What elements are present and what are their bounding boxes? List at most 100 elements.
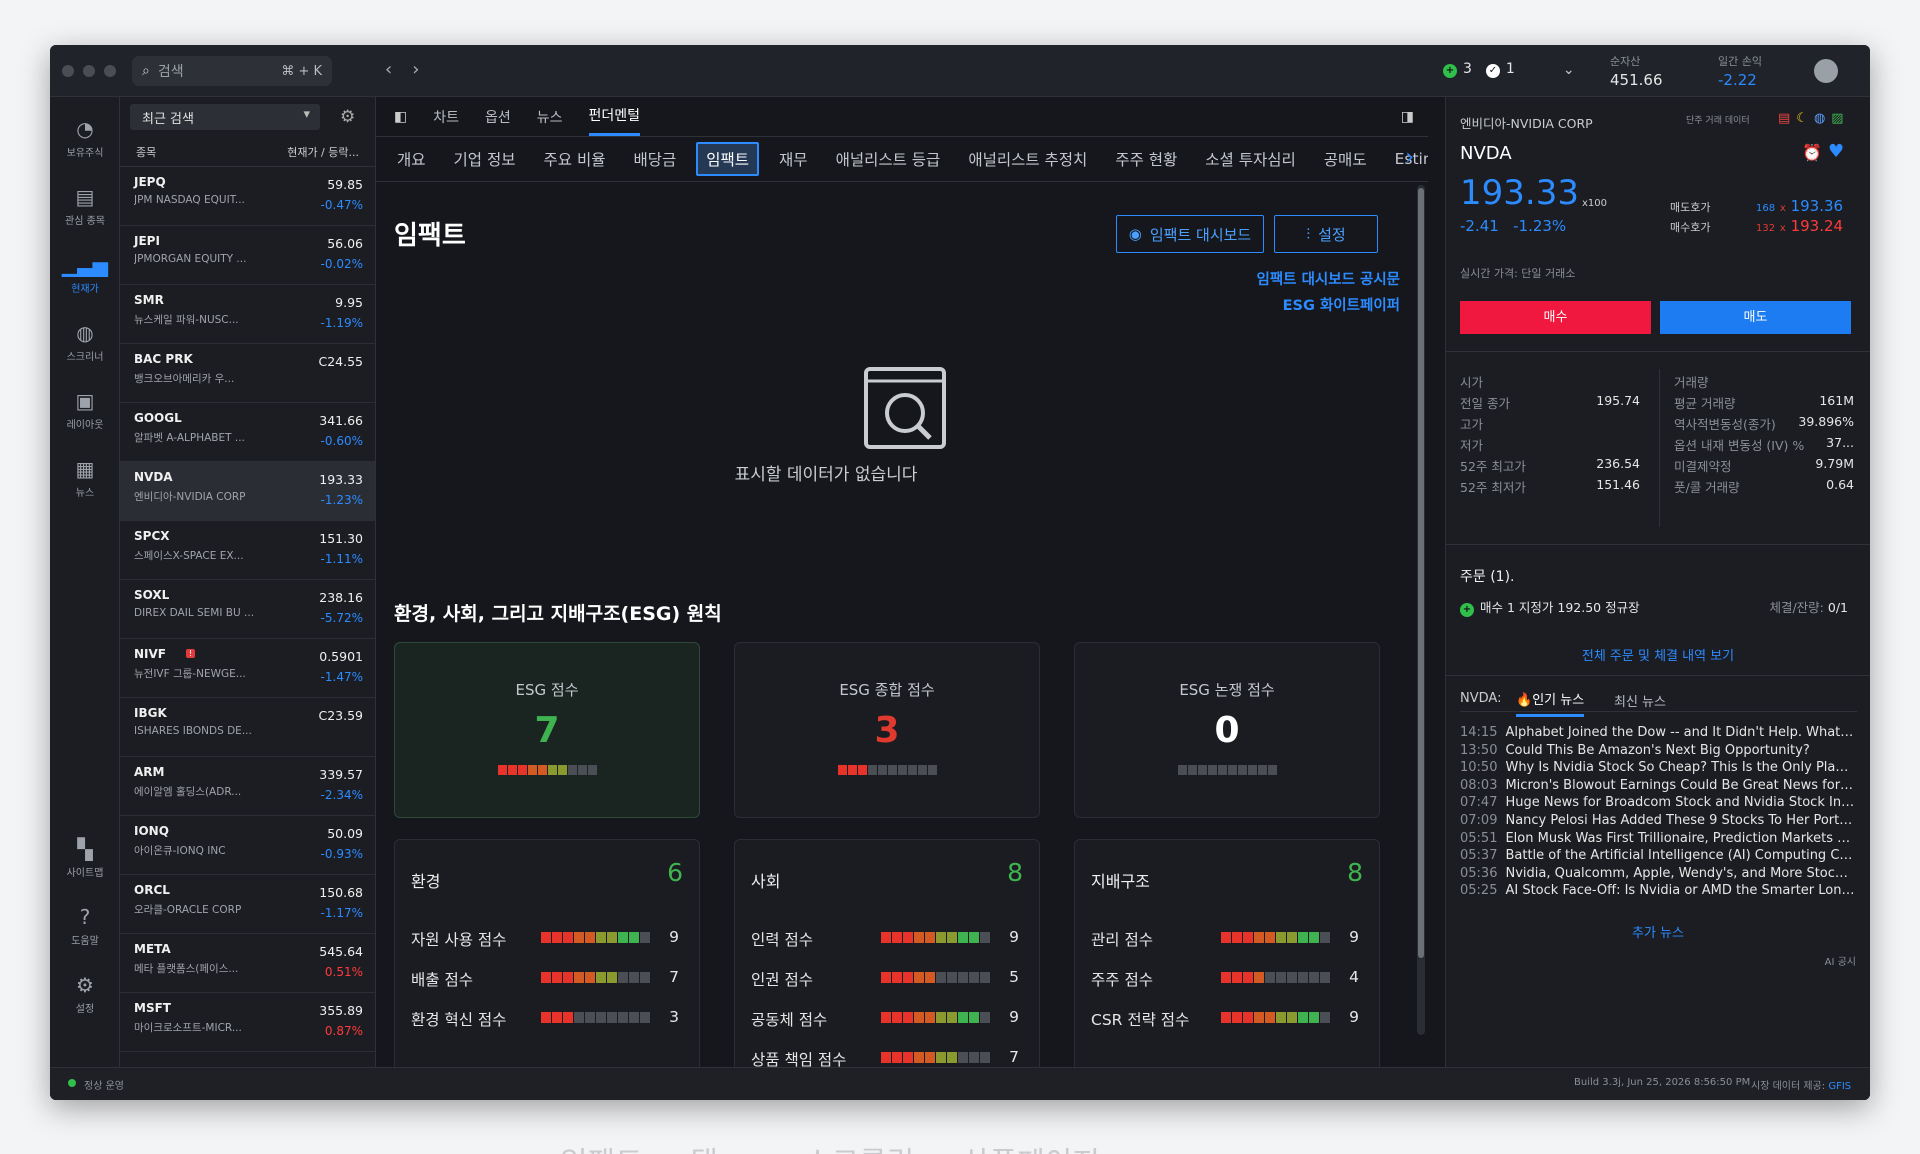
tab-key-ratios[interactable]: 주요 비율 <box>536 144 614 174</box>
news-item[interactable]: 13:50 Could This Be Amazon's Next Big Opp… <box>1460 743 1855 758</box>
watchlist-row[interactable]: ORCL 오라클-ORACLE CORP 150.68 -1.17% <box>120 875 375 934</box>
watchlist-row[interactable]: GOOGL 알파벳 A-ALPHABET ... 341.66 -0.60% <box>120 403 375 462</box>
score-segment <box>1232 932 1242 943</box>
news-item[interactable]: 07:09 Nancy Pelosi Has Added These 9 Stoc… <box>1460 813 1855 828</box>
sell-button[interactable]: 매도 <box>1660 301 1851 334</box>
news-item[interactable]: 08:03 Micron's Blowout Earnings Could Be … <box>1460 778 1855 793</box>
warning-badge-icon: ! <box>186 649 196 658</box>
watchlist-row[interactable]: SOXL DIREX DAIL SEMI BU ... 238.16 -5.72% <box>120 580 375 639</box>
gear-icon[interactable]: ⚙ <box>340 107 355 127</box>
shortcut-hint: ⌘ + K <box>281 63 322 79</box>
tab-financials[interactable]: 재무 <box>771 144 816 174</box>
window-controls[interactable] <box>62 65 116 77</box>
score-segment <box>1237 765 1247 775</box>
disclosure-link[interactable]: 임팩트 대시보드 공시문 <box>1257 268 1401 289</box>
tab-ownership[interactable]: 주주 현황 <box>1107 144 1185 174</box>
tab-options[interactable]: 옵션 <box>485 99 511 135</box>
news-item[interactable]: 05:36 Nvidia, Qualcomm, Apple, Wendy's, a… <box>1460 866 1855 881</box>
stat-row: 52주 최저가 151.46 <box>1460 477 1640 495</box>
impact-dashboard-button[interactable]: ◉ 임팩트 대시보드 <box>1116 215 1264 253</box>
score-segment <box>857 765 867 775</box>
status-check[interactable]: ✓ 1 <box>1485 61 1515 78</box>
expand-panel-icon[interactable]: ◨ <box>1401 101 1414 133</box>
order-row[interactable]: + 매수 1 지정가 192.50 정규장 체결/잔량: 0/1 <box>1460 597 1860 617</box>
news-item[interactable]: 10:50 Why Is Nvidia Stock So Cheap? This … <box>1460 760 1855 775</box>
nav-quote[interactable]: ▁▃▅ 현재가 <box>50 253 120 295</box>
nav-news[interactable]: ▦ 뉴스 <box>50 457 120 499</box>
score-segment <box>1276 932 1286 943</box>
scrollbar[interactable] <box>1417 185 1425 1035</box>
watchlist-row[interactable]: SMR 뉴스케일 파워-NUSC... 9.95 -1.19% <box>120 285 375 344</box>
watchlist-row[interactable]: MSFT 마이크로소프트-MICR... 355.89 0.87% <box>120 993 375 1052</box>
nav-layout[interactable]: ▣ 레이아웃 <box>50 389 120 431</box>
watchlist-row[interactable]: SPCX 스페이스X-SPACE EX... 151.30 -1.11% <box>120 521 375 580</box>
watchlist-row[interactable]: META 메타 플랫폼스(페이스... 545.64 0.51% <box>120 934 375 993</box>
news-item[interactable]: 05:51 Elon Musk Was First Trillionaire, P… <box>1460 831 1855 846</box>
watchlist-row[interactable]: IONQ 아이온큐-IONQ INC 50.09 -0.93% <box>120 816 375 875</box>
row-change: -5.72% <box>320 611 363 625</box>
social-card: 사회 8 인력 점수 9 인권 점수 5 공동체 점수 9 상품 책임 점수 7 <box>734 839 1040 1089</box>
tab-overview[interactable]: 개요 <box>389 144 434 174</box>
score-segment <box>914 1012 924 1023</box>
nav-settings[interactable]: ⚙ 설정 <box>50 973 120 1015</box>
score-segment <box>881 972 891 983</box>
watchlist-row[interactable]: NVDA 엔비디아-NVIDIA CORP 193.33 -1.23% <box>120 462 375 521</box>
settings-button[interactable]: ⫶ 설정 <box>1274 215 1378 253</box>
search-input[interactable]: ⌕ 검색 ⌘ + K <box>132 56 332 86</box>
score-segment <box>887 765 897 775</box>
watchlist-row[interactable]: NIVF! 뉴전IVF 그룹-NEWGE... 0.5901 -1.47% <box>120 639 375 698</box>
row-name: 메타 플랫폼스(페이스... <box>134 963 239 975</box>
watchlist-row[interactable]: IBGK ISHARES IBONDS DE... C23.59 <box>120 698 375 757</box>
nav-screener[interactable]: ◍ 스크리너 <box>50 321 120 363</box>
tab-news[interactable]: 뉴스 <box>537 99 563 135</box>
score-line: 공동체 점수 9 <box>751 1008 1019 1029</box>
buy-button[interactable]: 매수 <box>1460 301 1651 334</box>
row-name: DIREX DAIL SEMI BU ... <box>134 607 255 619</box>
tab-company-info[interactable]: 기업 정보 <box>446 144 524 174</box>
nav-help[interactable]: ? 도움말 <box>50 905 120 947</box>
chevron-down-icon[interactable]: ⌄ <box>1563 62 1575 78</box>
tab-short-selling[interactable]: 공매도 <box>1316 144 1375 174</box>
forward-arrow-icon[interactable]: › <box>412 59 419 80</box>
watchlist-row[interactable]: JEPQ JPM NASDAQ EQUIT... 59.85 -0.47% <box>120 167 375 226</box>
build-info: Build 3.3j, Jun 25, 2026 8:56:50 PM <box>1574 1077 1751 1088</box>
heart-icon[interactable]: ♥ <box>1828 141 1844 162</box>
news-item[interactable]: 05:37 Battle of the Artificial Intelligen… <box>1460 848 1855 863</box>
avatar[interactable] <box>1814 59 1838 83</box>
tab-hot-news[interactable]: 🔥인기 뉴스 <box>1516 689 1585 717</box>
tab-analyst-ratings[interactable]: 애널리스트 등급 <box>828 144 949 174</box>
tab-social-sentiment[interactable]: 소셜 투자심리 <box>1197 144 1304 174</box>
watchlist-row[interactable]: JEPI JPMORGAN EQUITY ... 56.06 -0.02% <box>120 226 375 285</box>
whitepaper-link[interactable]: ESG 화이트페이퍼 <box>1283 294 1400 315</box>
tab-dividends[interactable]: 배당금 <box>625 144 684 174</box>
tabs-scroll-right-icon[interactable]: › <box>1405 145 1414 170</box>
more-news-link[interactable]: 추가 뉴스 <box>1446 922 1870 941</box>
tab-chart[interactable]: 차트 <box>433 99 459 135</box>
tab-fundamentals[interactable]: 펀더멘털 <box>588 97 641 136</box>
esg-score-card: ESG 점수 7 <box>394 642 700 818</box>
all-orders-link[interactable]: 전체 주문 및 체결 내역 보기 <box>1446 645 1870 664</box>
tab-latest-news[interactable]: 최신 뉴스 <box>1614 691 1666 710</box>
news-item[interactable]: 07:47 Huge News for Broadcom Stock and Nv… <box>1460 795 1855 810</box>
score-segment <box>969 932 979 943</box>
news-item[interactable]: 14:15 Alphabet Joined the Dow -- and It D… <box>1460 725 1855 740</box>
nav-sitemap[interactable]: ▚ 사이트맵 <box>50 837 120 879</box>
score-segment <box>1287 932 1297 943</box>
back-arrow-icon[interactable]: ‹ <box>385 59 392 80</box>
watchlist-row[interactable]: ARM 에이알엠 홀딩스(ADR... 339.57 -2.34% <box>120 757 375 816</box>
nav-portfolio[interactable]: ◔ 보유주식 <box>50 117 120 159</box>
panel-toggle-icon[interactable]: ◧ <box>394 101 407 133</box>
score-segment <box>903 972 913 983</box>
score-segment <box>497 765 507 775</box>
watchlist-row[interactable]: BAC PRK 뱅크오브아메리카 우... C24.55 <box>120 344 375 403</box>
news-item[interactable]: 05:25 AI Stock Face-Off: Is Nvidia or AMD… <box>1460 883 1855 898</box>
nav-watchlist[interactable]: ▤ 관심 종목 <box>50 185 120 227</box>
tab-impact[interactable]: 임팩트 <box>696 142 760 176</box>
score-line: 주주 점수 4 <box>1091 968 1359 989</box>
score-segment <box>925 1052 935 1063</box>
watchlist-dropdown[interactable]: 최근 검색 <box>130 104 320 130</box>
row-name: 스페이스X-SPACE EX... <box>134 550 244 562</box>
alert-icon[interactable]: ⏰ <box>1802 143 1822 162</box>
tab-analyst-estimates[interactable]: 애널리스트 추정치 <box>960 144 1095 174</box>
status-green[interactable]: +3 <box>1443 61 1472 78</box>
